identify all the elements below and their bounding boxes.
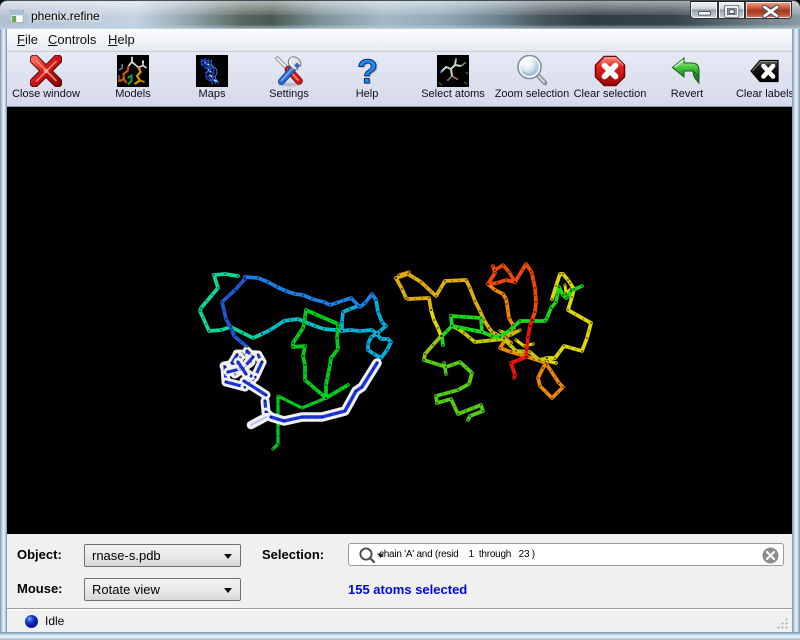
- svg-text:?: ?: [357, 55, 378, 87]
